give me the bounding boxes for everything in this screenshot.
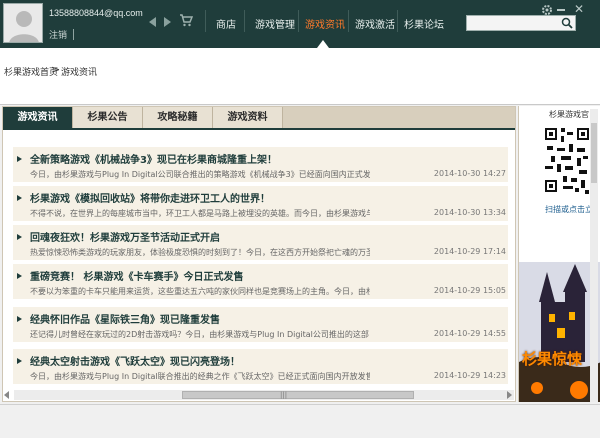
user-silhouette-icon	[4, 4, 42, 42]
scroll-right-arrow-icon[interactable]	[507, 391, 512, 399]
news-item[interactable]: 回魂夜狂欢！杉果游戏万圣节活动正式开启 热爱惊悚恐怖类游戏的玩家朋友，体验极度恐…	[13, 225, 508, 260]
cart-icon[interactable]	[179, 13, 193, 27]
nav-divider	[205, 10, 206, 32]
horizontal-scroll-thumb[interactable]	[182, 391, 414, 399]
close-icon[interactable]: ✕	[574, 2, 584, 16]
halloween-ad-banner[interactable]: 杉果惊悚	[519, 262, 600, 402]
bullet-arrow-icon	[17, 273, 22, 279]
news-item[interactable]: 全新策略游戏《机械战争3》现已在杉果商城隆重上架！ 今日，由杉果游戏与Plug …	[13, 147, 508, 182]
tab-bar: 游戏资讯 杉果公告 攻略秘籍 游戏资料	[3, 107, 515, 130]
top-bar: 13588808844@qq.com 注销 商店 游戏管理 游戏资讯 游戏激活 …	[0, 0, 600, 48]
side-title: 杉果游戏官	[549, 110, 589, 119]
side-panel: 杉果游戏官 扫描或点击立 杉果惊悚	[518, 106, 600, 402]
news-title[interactable]: 杉果游戏《模拟回收站》将带你走进环卫工人的世界！	[30, 190, 270, 205]
nav-divider	[244, 10, 245, 32]
news-title[interactable]: 重磅竞赛！ 杉果游戏《卡车赛手》今日正式发售	[30, 268, 243, 283]
news-item[interactable]: 经典太空射击游戏《飞跃太空》现已闪亮登场！ 今日，由杉果游戏与Plug In D…	[13, 349, 508, 384]
bullet-arrow-icon	[17, 316, 22, 322]
news-date: 2014-10-29 14:55	[433, 329, 506, 338]
news-item[interactable]: 重磅竞赛！ 杉果游戏《卡车赛手》今日正式发售 不要以为笨重的卡车只能用来运货，这…	[13, 264, 508, 299]
forward-arrow-icon[interactable]	[164, 17, 171, 27]
header-divider	[73, 29, 74, 40]
news-date: 2014-10-29 15:05	[433, 286, 506, 295]
tab-game-info[interactable]: 游戏资料	[213, 107, 283, 128]
breadcrumb-current: 游戏资讯	[61, 68, 98, 78]
news-title[interactable]: 经典怀旧作品《星际铁三角》现已隆重发售	[30, 311, 220, 326]
news-title[interactable]: 全新策略游戏《机械战争3》现已在杉果商城隆重上架！	[30, 151, 277, 166]
nav-game-news[interactable]: 游戏资讯	[305, 16, 345, 31]
news-summary: 热爱惊悚恐怖类游戏的玩家朋友，体验极度恐惧的时刻到了！今日，在这西方开始祭祀亡魂…	[30, 248, 370, 257]
scroll-left-arrow-icon[interactable]	[4, 391, 9, 399]
news-summary: 还记得儿时曾经在家玩过的2D射击游戏吗？今日，由杉果游戏与Plug In Dig…	[30, 330, 370, 339]
news-panel: 游戏资讯 杉果公告 攻略秘籍 游戏资料 全新策略游戏《机械战争3》现已在杉果商城…	[2, 106, 516, 402]
tab-game-news[interactable]: 游戏资讯	[3, 107, 73, 128]
news-title[interactable]: 经典太空射击游戏《飞跃太空》现已闪亮登场！	[30, 353, 240, 368]
scroll-grip-icon: |||	[280, 391, 288, 399]
vertical-scrollbar[interactable]	[590, 109, 598, 402]
nav-forum[interactable]: 杉果论坛	[404, 16, 444, 31]
news-date: 2014-10-30 13:34	[433, 208, 506, 217]
bullet-arrow-icon	[17, 195, 22, 201]
nav-divider	[298, 10, 299, 32]
vertical-scroll-thumb[interactable]	[591, 123, 597, 183]
news-summary: 今日，由杉果游戏与Plug In Digital联合推出的经典之作《飞跃太空》已…	[30, 372, 370, 381]
search-box	[466, 15, 576, 31]
scan-link[interactable]: 扫描或点击立	[545, 204, 593, 215]
user-email: 13588808844@qq.com	[49, 8, 143, 18]
news-date: 2014-10-29 14:23	[433, 371, 506, 380]
minimize-icon[interactable]	[557, 9, 565, 11]
bullet-arrow-icon	[17, 358, 22, 364]
news-summary: 今日，由杉果游戏与Plug In Digital公司联合推出的策略游戏《机械战争…	[30, 170, 370, 179]
bullet-arrow-icon	[17, 234, 22, 240]
news-item[interactable]: 杉果游戏《模拟回收站》将带你走进环卫工人的世界！ 不得不说，在世界上的每座城市当…	[13, 186, 508, 221]
back-arrow-icon[interactable]	[149, 17, 156, 27]
tab-guides[interactable]: 攻略秘籍	[143, 107, 213, 128]
bullet-arrow-icon	[17, 156, 22, 162]
tab-announcements[interactable]: 杉果公告	[73, 107, 143, 128]
qr-code-icon[interactable]	[543, 122, 591, 198]
search-icon[interactable]	[560, 17, 574, 29]
news-date: 2014-10-29 17:14	[433, 247, 506, 256]
status-bar	[0, 404, 600, 438]
nav-game-activate[interactable]: 游戏激活	[355, 16, 395, 31]
active-nav-caret	[317, 40, 329, 48]
horizontal-scrollbar[interactable]	[14, 390, 514, 400]
haunted-house-illustration	[519, 262, 600, 402]
logout-link[interactable]: 注销	[49, 28, 67, 41]
search-input[interactable]	[467, 16, 559, 30]
news-title[interactable]: 回魂夜狂欢！杉果游戏万圣节活动正式开启	[30, 229, 220, 244]
nav-store[interactable]: 商店	[216, 16, 236, 31]
news-summary: 不要以为笨重的卡车只能用来运货，这些重达五六吨的家伙同样也是竞赛场上的主角。今日…	[30, 287, 370, 296]
nav-divider	[397, 10, 398, 32]
avatar[interactable]	[3, 3, 43, 43]
news-summary: 不得不说，在世界上的每座城市当中，环卫工人都是马路上被埋没的英雄。而今日，由杉果…	[30, 209, 370, 218]
nav-game-manage[interactable]: 游戏管理	[255, 16, 295, 31]
breadcrumb-home[interactable]: 杉果游戏首页	[4, 65, 58, 78]
breadcrumb: 杉果游戏首页 > 游戏资讯	[0, 48, 600, 105]
news-date: 2014-10-30 14:27	[433, 169, 506, 178]
breadcrumb-separator: >	[51, 63, 61, 76]
nav-divider	[348, 10, 349, 32]
news-item[interactable]: 经典怀旧作品《星际铁三角》现已隆重发售 还记得儿时曾经在家玩过的2D射击游戏吗？…	[13, 307, 508, 342]
ad-label: 杉果惊悚	[522, 350, 583, 368]
